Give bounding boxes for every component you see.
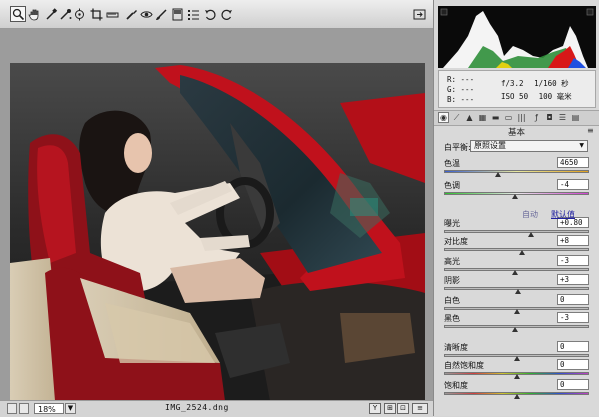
tab-split-toning-icon[interactable]: ▬ bbox=[490, 112, 501, 123]
open-preferences-icon[interactable] bbox=[186, 7, 200, 21]
slider-value-field[interactable]: 4650 bbox=[557, 157, 589, 168]
slider-value-field[interactable]: +3 bbox=[557, 274, 589, 285]
rotate-right-icon[interactable] bbox=[219, 7, 233, 21]
slider-track[interactable] bbox=[444, 248, 589, 251]
file-name: IMG_2524.dng bbox=[165, 403, 229, 412]
b-readout: B: --- bbox=[447, 95, 475, 104]
slider-thumb[interactable] bbox=[512, 194, 519, 199]
shutter-speed: 1/160 秒 bbox=[534, 79, 569, 88]
slider-label: 黑色 bbox=[444, 314, 460, 323]
status-bar: 18% ▼ IMG_2524.dng Y ⊞ ⊡ ≡ bbox=[0, 400, 433, 417]
photo-preview bbox=[10, 63, 425, 401]
graduated-filter-icon[interactable] bbox=[170, 7, 184, 21]
zoom-in-button[interactable] bbox=[19, 403, 29, 414]
target-adjustment-tool-icon[interactable] bbox=[72, 7, 86, 21]
slider-thumb[interactable] bbox=[513, 309, 520, 314]
slider-label: 曝光 bbox=[444, 219, 460, 228]
zoom-level-field[interactable]: 18% bbox=[34, 403, 64, 414]
image-canvas[interactable] bbox=[0, 29, 433, 401]
compare-icon[interactable]: ⊡ bbox=[397, 403, 409, 414]
slider-label: 对比度 bbox=[444, 237, 468, 246]
slider-label: 自然饱和度 bbox=[444, 361, 484, 370]
tab-snapshots-icon[interactable]: ▤ bbox=[570, 112, 581, 123]
slider-value-field[interactable]: 0 bbox=[557, 379, 589, 390]
preview-toggle-icon[interactable]: ⊞ bbox=[384, 403, 396, 414]
pixel-info: R: --- G: --- B: --- f/3.2 1/160 秒 ISO 5… bbox=[438, 70, 596, 108]
white-balance-value: 原照设置 bbox=[474, 141, 506, 150]
panel-tabs: ◉ ⟋ ▲ ▦ ▬ ▭ ||| ƒ ◘ ☰ ▤ bbox=[434, 110, 599, 126]
tab-lens-icon[interactable]: ▭ bbox=[503, 112, 514, 123]
slider-label: 高光 bbox=[444, 257, 460, 266]
slider-thumb[interactable] bbox=[514, 289, 521, 294]
zoom-out-button[interactable] bbox=[7, 403, 17, 414]
section-title: 基本 bbox=[507, 128, 525, 138]
tab-hsl-icon[interactable]: ▦ bbox=[477, 112, 488, 123]
aperture: f/3.2 bbox=[501, 79, 524, 88]
red-eye-tool-icon[interactable] bbox=[139, 7, 153, 21]
spot-removal-tool-icon[interactable] bbox=[124, 7, 138, 21]
slider-thumb[interactable] bbox=[512, 270, 519, 275]
slider-value-field[interactable]: 0 bbox=[557, 294, 589, 305]
slider-label: 清晰度 bbox=[444, 343, 468, 352]
tab-tone-curve-icon[interactable]: ⟋ bbox=[451, 112, 462, 123]
straighten-tool-icon[interactable] bbox=[105, 7, 119, 21]
default-button[interactable]: 默认值 bbox=[551, 209, 575, 220]
g-readout: G: --- bbox=[447, 85, 475, 94]
slider-value-field[interactable]: -3 bbox=[557, 312, 589, 323]
tab-effects-icon[interactable]: ||| bbox=[516, 112, 527, 123]
iso: ISO 50 bbox=[501, 92, 529, 101]
tab-presets-icon[interactable]: ☰ bbox=[557, 112, 568, 123]
crop-tool-icon[interactable] bbox=[89, 7, 103, 21]
tab-detail-icon[interactable]: ▲ bbox=[464, 112, 475, 123]
hand-tool-icon[interactable] bbox=[27, 7, 41, 21]
chevron-down-icon: ▼ bbox=[579, 142, 584, 149]
adjustment-brush-icon[interactable] bbox=[154, 7, 168, 21]
focal-length: 100 毫米 bbox=[538, 92, 572, 101]
filter-icon[interactable]: Y bbox=[369, 403, 381, 414]
white-balance-label: 白平衡: bbox=[444, 143, 471, 152]
toolbar bbox=[0, 0, 433, 29]
slider-label: 色温 bbox=[444, 159, 460, 168]
white-balance-select[interactable]: 原照设置 ▼ bbox=[470, 140, 588, 152]
slider-thumb[interactable] bbox=[513, 394, 520, 399]
color-sampler-tool-icon[interactable] bbox=[58, 7, 72, 21]
r-readout: R: --- bbox=[447, 75, 475, 84]
rotate-left-icon[interactable] bbox=[203, 7, 217, 21]
slider-value-field[interactable]: 0 bbox=[557, 341, 589, 352]
zoom-tool-icon[interactable] bbox=[10, 6, 26, 22]
slider-value-field[interactable]: -3 bbox=[557, 255, 589, 266]
slider-thumb[interactable] bbox=[528, 232, 534, 237]
auto-button[interactable]: 自动 bbox=[522, 209, 538, 220]
slider-track[interactable] bbox=[444, 170, 589, 173]
slider-track[interactable] bbox=[444, 230, 589, 233]
slider-thumb[interactable] bbox=[513, 374, 520, 379]
tab-camera-calibration-icon[interactable]: ◘ bbox=[544, 112, 555, 123]
slider-value-field[interactable]: +8 bbox=[557, 235, 589, 246]
adjustment-panel: R: --- G: --- B: --- f/3.2 1/160 秒 ISO 5… bbox=[433, 0, 599, 416]
slider-thumb[interactable] bbox=[519, 250, 526, 255]
slider-value-field[interactable]: -4 bbox=[557, 179, 589, 190]
histogram bbox=[438, 6, 596, 68]
tab-basic-icon[interactable]: ◉ bbox=[438, 112, 449, 123]
settings-menu-icon[interactable]: ≡ bbox=[412, 403, 428, 414]
slider-label: 阴影 bbox=[444, 276, 460, 285]
white-balance-tool-icon[interactable] bbox=[44, 7, 58, 21]
toggle-fullscreen-icon[interactable] bbox=[412, 7, 426, 21]
slider-label: 色调 bbox=[444, 181, 460, 190]
slider-thumb[interactable] bbox=[512, 327, 519, 332]
tab-fx-icon[interactable]: ƒ bbox=[531, 112, 542, 123]
slider-label: 白色 bbox=[444, 296, 460, 305]
slider-label: 饱和度 bbox=[444, 381, 468, 390]
slider-thumb[interactable] bbox=[494, 172, 501, 177]
zoom-dropdown-button[interactable]: ▼ bbox=[65, 403, 76, 414]
slider-thumb[interactable] bbox=[513, 356, 520, 361]
slider-value-field[interactable]: 0 bbox=[557, 359, 589, 370]
section-menu-icon[interactable]: ≡ bbox=[587, 126, 594, 135]
